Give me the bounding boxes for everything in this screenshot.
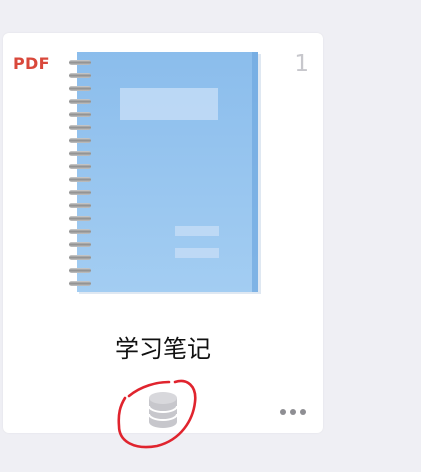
spiral-ring xyxy=(69,229,91,234)
spiral-ring xyxy=(69,138,91,143)
more-options-icon[interactable] xyxy=(277,402,309,422)
pdf-badge: PDF xyxy=(13,54,50,73)
spiral-ring xyxy=(69,112,91,117)
storage-status[interactable] xyxy=(113,376,203,452)
spiral-ring xyxy=(69,216,91,221)
spiral-ring xyxy=(69,281,91,286)
spiral-ring xyxy=(69,177,91,182)
notebook-cover-icon xyxy=(69,52,261,294)
spiral-ring xyxy=(69,203,91,208)
database-icon xyxy=(148,392,178,428)
spiral-ring xyxy=(69,73,91,78)
spiral-ring xyxy=(69,125,91,130)
document-title: 学习笔记 xyxy=(115,335,211,363)
spiral-ring xyxy=(69,242,91,247)
spiral-ring xyxy=(69,99,91,104)
spiral-ring xyxy=(69,255,91,260)
spiral-ring xyxy=(69,60,91,65)
spiral-ring xyxy=(69,268,91,273)
spiral-ring xyxy=(69,86,91,91)
spiral-ring xyxy=(69,190,91,195)
spiral-ring xyxy=(69,151,91,156)
document-card[interactable]: PDF 1 学习笔记 xyxy=(3,33,323,449)
spiral-ring xyxy=(69,164,91,169)
page-count: 1 xyxy=(294,51,309,77)
